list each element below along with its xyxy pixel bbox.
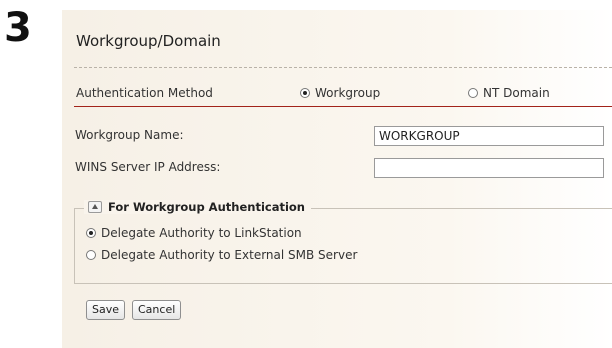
auth-method-label: Authentication Method [76,86,213,100]
auth-option-workgroup[interactable]: Workgroup [300,86,380,100]
wins-server-label: WINS Server IP Address: [75,160,221,174]
wins-server-input[interactable] [374,158,604,178]
dashed-divider [74,67,612,68]
workgroup-auth-legend: For Workgroup Authentication [84,200,311,214]
auth-option-nt-domain[interactable]: NT Domain [468,86,550,100]
workgroup-domain-panel: Workgroup/Domain Authentication Method W… [62,10,612,348]
workgroup-radio[interactable] [300,88,310,98]
triangle-up-icon[interactable] [88,201,102,213]
cancel-button[interactable]: Cancel [132,300,182,320]
workgroup-name-label: Workgroup Name: [75,128,184,142]
delegate-linkstation-radio[interactable] [86,228,96,238]
auth-method-row: Authentication Method Workgroup NT Domai… [74,80,612,107]
delegate-linkstation-label: Delegate Authority to LinkStation [101,226,302,240]
nt-domain-radio-label: NT Domain [483,86,550,100]
delegate-linkstation-option[interactable]: Delegate Authority to LinkStation [86,226,302,240]
save-button[interactable]: Save [86,300,126,320]
delegate-smb-option[interactable]: Delegate Authority to External SMB Serve… [86,248,357,262]
delegate-smb-radio[interactable] [86,250,96,260]
workgroup-radio-label: Workgroup [315,86,381,100]
workgroup-name-input[interactable]: WORKGROUP [374,126,604,146]
workgroup-auth-fieldset [74,208,612,284]
step-number: 3 [4,5,32,51]
nt-domain-radio[interactable] [468,88,478,98]
workgroup-auth-legend-label: For Workgroup Authentication [108,200,305,214]
delegate-smb-label: Delegate Authority to External SMB Serve… [101,248,358,262]
section-title: Workgroup/Domain [76,32,221,50]
